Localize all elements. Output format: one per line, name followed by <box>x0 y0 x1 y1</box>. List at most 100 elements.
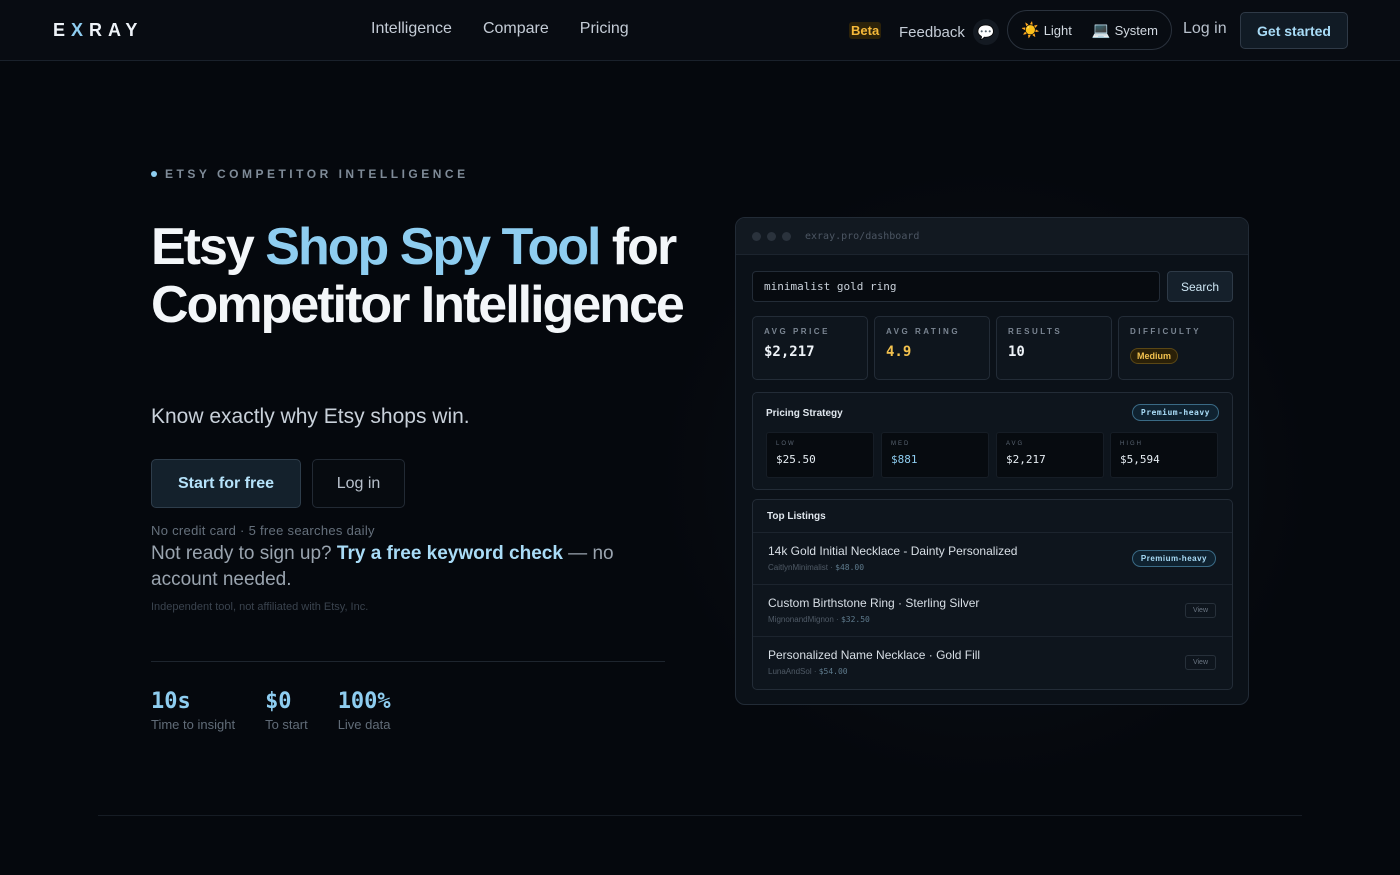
listing-row[interactable]: 14k Gold Initial Necklace - Dainty Perso… <box>753 533 1232 585</box>
hero-title-pre: Etsy <box>151 218 266 276</box>
feedback-button[interactable]: Feedback 💬 <box>899 19 999 45</box>
speech-bubble-icon: 💬 <box>972 19 999 45</box>
kpi-value: 10 <box>1008 344 1025 360</box>
stat-value: 10s <box>151 689 191 714</box>
listing-premium-badge: Premium-heavy <box>1131 550 1216 567</box>
eyebrow-text: ETSY COMPETITOR INTELLIGENCE <box>165 167 469 181</box>
section-divider <box>98 815 1302 816</box>
window-url: exray.pro/dashboard <box>805 230 920 242</box>
main-nav: Intelligence Compare Pricing <box>371 20 629 38</box>
theme-option-system[interactable]: 💻 System <box>1092 21 1158 39</box>
price-label: LOW <box>776 441 796 447</box>
nav-link-pricing[interactable]: Pricing <box>580 20 629 38</box>
logo-letter-e: E <box>53 20 72 40</box>
nav-link-compare[interactable]: Compare <box>483 20 549 38</box>
window-dot-icon <box>767 231 776 241</box>
price-cell-high: HIGH $5,594 <box>1110 432 1218 478</box>
price-cell-low: LOW $25.50 <box>766 432 874 478</box>
difficulty-badge: Medium <box>1130 348 1179 364</box>
stat-item: 100% Live data <box>338 689 391 732</box>
premium-heavy-badge: Premium-heavy <box>1131 404 1219 421</box>
listing-meta: LunaAndSol · $54.00 <box>768 667 848 676</box>
price-label: AVG <box>1006 441 1025 447</box>
listing-price: $48.00 <box>835 563 865 572</box>
top-listings-panel: Top Listings 14k Gold Initial Necklace -… <box>752 499 1233 690</box>
feedback-label: Feedback <box>899 23 965 41</box>
disclaimer: Independent tool, not affiliated with Et… <box>151 601 369 613</box>
price-label: MED <box>891 441 911 447</box>
kpi-difficulty: DIFFICULTY Medium <box>1118 316 1234 380</box>
hero-divider <box>151 661 665 662</box>
listing-row[interactable]: Personalized Name Necklace · Gold Fill L… <box>753 637 1232 689</box>
stat-value: $0 <box>265 689 292 714</box>
sun-icon: ☀️ <box>1021 22 1040 39</box>
laptop-icon: 💻 <box>1091 22 1111 39</box>
hero-title: Etsy Shop Spy Tool for Competitor Intell… <box>151 218 711 334</box>
not-ready-text: Not ready to sign up? Try a free keyword… <box>151 541 681 593</box>
kpi-label: AVG RATING <box>886 327 961 336</box>
price-value: $5,594 <box>1120 453 1160 466</box>
theme-option-light-label: Light <box>1043 22 1072 38</box>
price-value: $25.50 <box>776 453 816 466</box>
dashboard-search-input[interactable]: minimalist gold ring <box>752 271 1160 302</box>
listing-price: $32.50 <box>840 615 870 624</box>
theme-option-system-label: System <box>1114 22 1158 38</box>
top-listings-title: Top Listings <box>753 500 1232 533</box>
stat-item: $0 To start <box>265 689 308 732</box>
price-cell-med: MED $881 <box>881 432 989 478</box>
kpi-label: AVG PRICE <box>764 327 830 336</box>
theme-option-light[interactable]: ☀️ Light <box>1021 21 1072 39</box>
free-keyword-check-link[interactable]: Try a free keyword check <box>337 543 563 564</box>
logo-letter-x: X <box>71 20 90 40</box>
listing-shop: MignonandMignon <box>768 615 834 624</box>
nav-login-link[interactable]: Log in <box>1183 20 1227 38</box>
price-value: $881 <box>891 453 918 466</box>
kpi-avg-rating: AVG RATING 4.9 <box>874 316 990 380</box>
pricing-strategy-title: Pricing Strategy <box>766 408 843 419</box>
get-started-button[interactable]: Get started <box>1240 12 1348 49</box>
eyebrow-dot-icon <box>151 171 157 177</box>
hero-login-button[interactable]: Log in <box>312 459 405 508</box>
hero-subtitle: Know exactly why Etsy shops win. <box>151 405 470 428</box>
window-dot-icon <box>752 231 761 241</box>
stat-label: Live data <box>337 717 391 732</box>
nav-link-intelligence[interactable]: Intelligence <box>371 20 452 38</box>
logo-letters-ray: RAY <box>89 20 144 40</box>
price-cell-avg: AVG $2,217 <box>996 432 1104 478</box>
beta-badge: Beta <box>849 22 882 39</box>
kpi-value: $2,217 <box>764 344 815 360</box>
logo[interactable]: EXRAY <box>53 20 143 41</box>
listing-price: $54.00 <box>818 667 848 676</box>
listing-title: Personalized Name Necklace · Gold Fill <box>768 648 981 662</box>
stat-label: To start <box>265 717 308 732</box>
price-label: HIGH <box>1120 441 1143 447</box>
kpi-label: RESULTS <box>1008 327 1063 336</box>
kpi-avg-price: AVG PRICE $2,217 <box>752 316 868 380</box>
not-ready-pre: Not ready to sign up? <box>151 543 337 564</box>
stat-value: 100% <box>337 689 391 714</box>
kpi-value: 4.9 <box>886 344 912 360</box>
listing-view-button[interactable]: View <box>1184 603 1216 618</box>
price-value: $2,217 <box>1006 453 1046 466</box>
dashboard-search-button[interactable]: Search <box>1167 271 1233 302</box>
window-titlebar: exray.pro/dashboard <box>736 218 1248 255</box>
hero-title-highlight: Shop Spy Tool <box>265 218 601 276</box>
stat-item: 10s Time to insight <box>151 689 235 732</box>
pricing-strategy-panel: Pricing Strategy Premium-heavy LOW $25.5… <box>752 392 1233 490</box>
kpi-label: DIFFICULTY <box>1130 327 1202 336</box>
listing-shop: LunaAndSol <box>768 667 812 676</box>
theme-toggle: ☀️ Light 💻 System <box>1007 10 1172 50</box>
stats-row: 10s Time to insight $0 To start 100% Liv… <box>151 689 391 732</box>
listing-shop: CaitlynMinimalist <box>768 563 829 572</box>
listing-row[interactable]: Custom Birthstone Ring · Sterling Silver… <box>753 585 1232 637</box>
listing-view-button[interactable]: View <box>1184 655 1216 670</box>
stat-label: Time to insight <box>151 717 236 732</box>
window-dot-icon <box>782 231 791 241</box>
top-nav: EXRAY Intelligence Compare Pricing Beta … <box>0 0 1400 61</box>
kpi-results: RESULTS 10 <box>996 316 1112 380</box>
dashboard-preview: exray.pro/dashboard minimalist gold ring… <box>735 217 1249 705</box>
start-for-free-button[interactable]: Start for free <box>151 459 301 508</box>
hero-eyebrow: ETSY COMPETITOR INTELLIGENCE <box>151 167 469 181</box>
listing-meta: MignonandMignon · $32.50 <box>768 615 870 624</box>
listing-title: Custom Birthstone Ring · Sterling Silver <box>768 596 980 610</box>
